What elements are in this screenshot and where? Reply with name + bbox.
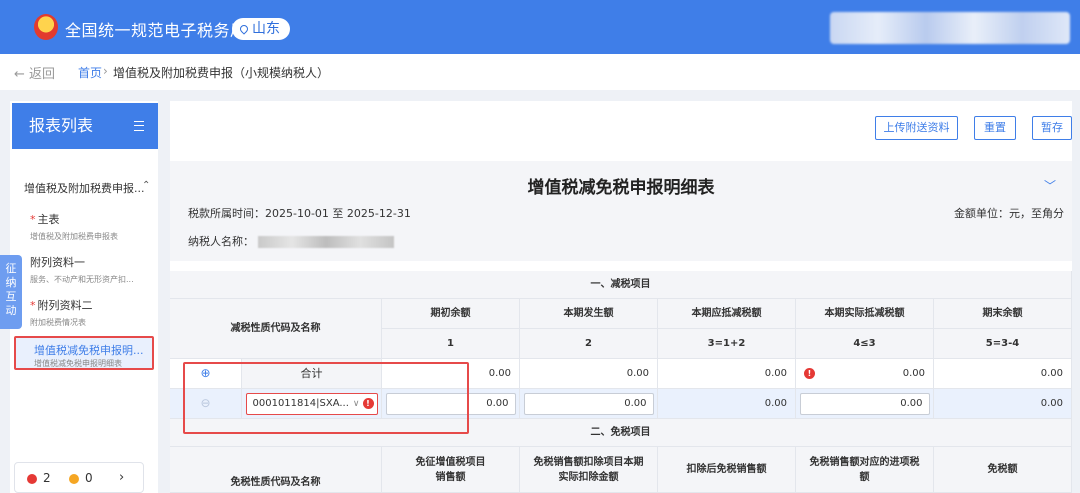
chevron-up-icon[interactable]: ⌃ [142,180,150,191]
sidebar-item-schedule1[interactable]: 附列资料一 服务、不动产和无形资产扣... [30,254,134,285]
user-info-blurred[interactable] [830,12,1070,44]
breadcrumb-current: 增值税及附加税费申报（小规模纳税人） [113,66,330,80]
column-header: 期初余额 [382,299,520,329]
back-button[interactable]: ← 返回 [14,63,55,82]
current-amount-cell: 0.00 [520,389,658,419]
region-label: 山东 [252,21,280,37]
top-bar: 全国统一规范电子税务局 山东 [0,0,1080,54]
tax-period: 税款所属时间：2025-10-01 至 2025-12-31 [188,205,411,221]
column-header: 免税性质代码及名称 [170,447,382,493]
sidebar-item-label: 主表 [37,213,60,226]
warning-icon[interactable]: ! [804,368,815,379]
tax-period-value: 2025-10-01 至 2025-12-31 [265,207,411,220]
tax-period-label: 税款所属时间： [188,207,265,220]
total-deductible: 0.00 [658,359,796,389]
sidebar-title: 报表列表 [12,103,158,149]
taxpayer-name: 纳税人名称： [188,233,394,249]
actual-deduction-input[interactable]: 0.00 [799,392,930,415]
warning-count: 0 [85,471,93,485]
sidebar-item-sub: 服务、不动产和无形资产扣... [30,275,134,284]
breadcrumb: ← 返回 首页 › 增值税及附加税费申报（小规模纳税人） [0,54,1080,90]
current-amount-input[interactable]: 0.00 [523,392,654,415]
chevron-down-icon[interactable]: ﹀ [1044,177,1056,194]
column-header: 免税额 [934,447,1072,493]
tax-interaction-tab[interactable]: 征 纳 互 动 [0,255,22,329]
taxpayer-name-blurred [258,236,394,248]
column-header: 期末余额 [934,299,1072,329]
column-index: 3=1+2 [658,329,796,359]
form-title: 增值税减免税申报明细表 [527,178,715,198]
total-actual-value: 0.00 [902,368,925,379]
total-actual: ! 0.00 [796,359,934,389]
app-title: 全国统一规范电子税务局 [65,21,247,40]
sidebar-item-sub: 增值税减免税申报明细表 [34,359,122,368]
column-header: 免税销售额对应的进项税 额 [796,447,934,493]
column-index: 2 [520,329,658,359]
sidebar-item-sub: 增值税及附加税费申报表 [30,232,118,241]
tab-char: 征 [5,262,17,275]
main-panel: 上传附送资料 重置 暂存 增值税减免税申报明细表 ﹀ 税款所属时间：2025-1… [170,101,1072,493]
required-mark: * [30,299,36,312]
column-index: 1 [382,329,520,359]
national-emblem-icon [34,14,58,40]
column-header: 扣除后免税销售额 [658,447,796,493]
warning-icon [69,474,79,484]
sidebar-item-label: 增值税减免税申报明... [34,344,144,357]
column-header: 本期实际抵减税额 [796,299,934,329]
annotation-highlight-box [183,362,469,434]
column-header: 免征增值税项目 销售额 [382,447,520,493]
upload-attachments-button[interactable]: 上传附送资料 [875,116,958,140]
total-current: 0.00 [520,359,658,389]
deductible-amount: 0.00 [658,389,796,419]
column-header: 免税销售额扣除项目本期 实际扣除金额 [520,447,658,493]
region-selector[interactable]: 山东 [232,18,290,40]
form-header: 增值税减免税申报明细表 ﹀ 税款所属时间：2025-10-01 至 2025-1… [170,161,1072,261]
required-mark: * [30,213,36,226]
sidebar-group-vat[interactable]: 增值税及附加税费申报... [24,180,145,196]
save-draft-button[interactable]: 暂存 [1032,116,1072,140]
sidebar-title-text: 报表列表 [29,116,94,135]
location-pin-icon [238,23,250,35]
sidebar-item-main[interactable]: * 主表 增值税及附加税费申报表 [30,211,118,242]
tab-char: 互 [5,290,17,303]
sidebar-item-vat-reduction[interactable]: 增值税减免税申报明... 增值税减免税申报明细表 [14,336,154,370]
breadcrumb-home-link[interactable]: 首页 [78,64,102,81]
validation-status[interactable]: 2 0 › [14,462,144,493]
chevron-right-icon[interactable]: › [119,470,124,485]
sidebar-item-label: 附列资料二 [37,299,93,312]
column-index: 4≤3 [796,329,934,359]
amount-unit: 金额单位：元，至角分 [954,207,1064,220]
column-header: 减税性质代码及名称 [170,299,382,359]
closing-balance: 0.00 [934,389,1072,419]
actual-deduction-cell: 0.00 [796,389,934,419]
column-header: 本期发生额 [520,299,658,329]
tab-char: 动 [5,304,17,317]
taxpayer-label: 纳税人名称： [188,235,254,248]
sidebar-item-sub: 附加税费情况表 [30,318,86,327]
sidebar-item-label: 附列资料一 [30,256,85,269]
sidebar-item-schedule2[interactable]: * 附列资料二 附加税费情况表 [30,297,93,328]
collapse-menu-icon[interactable] [134,121,144,131]
report-list-sidebar: 报表列表 增值税及附加税费申报... ⌃ * 主表 增值税及附加税费申报表 附列资… [10,101,158,493]
breadcrumb-separator: › [103,64,108,78]
tab-char: 纳 [5,276,17,289]
error-count: 2 [43,471,51,485]
section-header: 一、减税项目 [170,271,1072,299]
column-header: 本期应抵减税额 [658,299,796,329]
error-icon [27,474,37,484]
column-index: 5=3-4 [934,329,1072,359]
total-closing: 0.00 [934,359,1072,389]
reset-button[interactable]: 重置 [974,116,1016,140]
